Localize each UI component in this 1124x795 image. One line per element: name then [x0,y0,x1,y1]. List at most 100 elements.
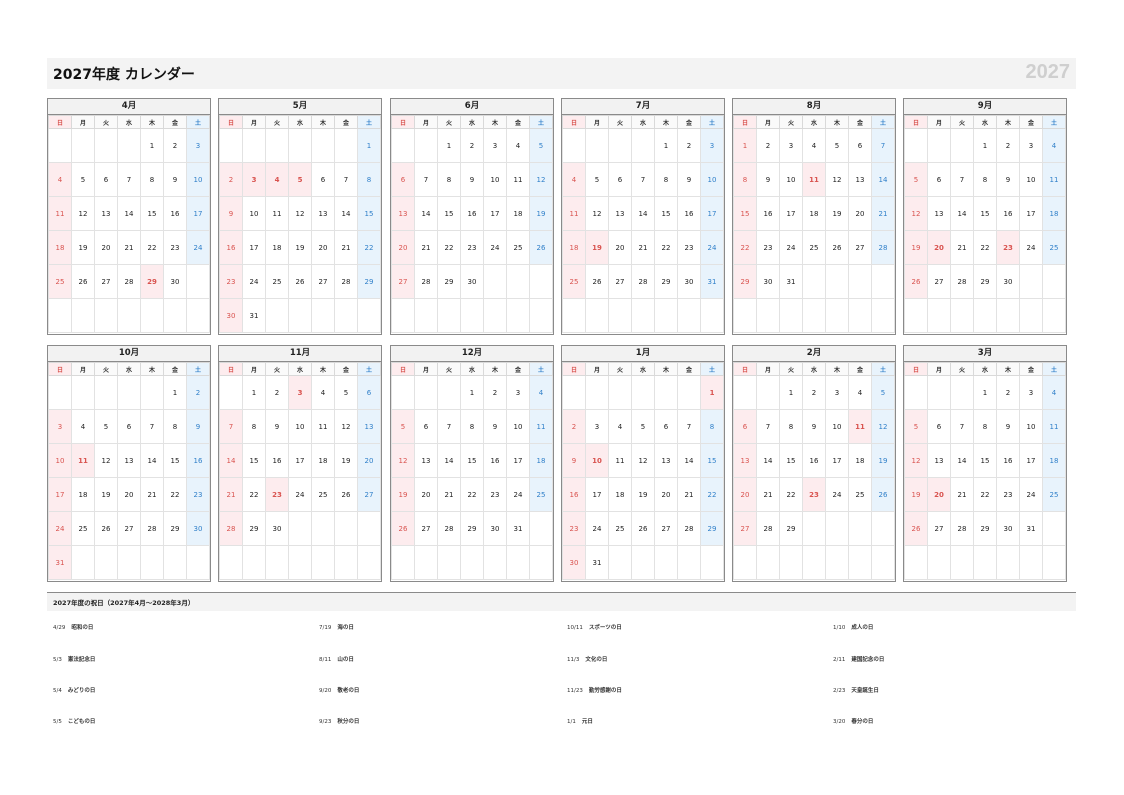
holiday-date: 1/1 [567,719,576,725]
day-cell: 2 [996,128,1020,163]
day-cell [631,128,655,163]
day-cell: 31 [779,264,803,299]
day-cell [631,545,655,580]
day-cell: 6 [848,128,872,163]
week-row [733,298,895,333]
holiday-name: 秋分の日 [337,719,360,725]
day-cell [219,375,243,410]
holiday-item: 3/20 春分の日 [833,717,873,725]
day-cell: 21 [871,196,895,231]
week-row: 26 27 28 29 30 31 [391,511,553,546]
day-cell [562,298,586,333]
day-cell: 3 [1019,128,1043,163]
weekday-header: 土 [529,362,553,376]
day-cell [529,264,553,299]
weekday-header: 月 [927,362,951,376]
week-row: 30 31 [219,298,381,333]
month-grid: 日月火水木金土 1 2 3 4 5 6 7 8 9 10 11 12 13 14 15 16 17 18 19 20 21… [733,115,895,333]
day-cell [71,298,95,333]
day-cell: 28 [756,511,780,546]
weekday-header: 木 [996,362,1020,376]
day-cell: 27 [94,264,118,299]
day-cell: 13 [117,443,141,478]
day-cell: 5 [904,409,928,444]
weekday-header: 火 [608,115,632,129]
day-cell: 22 [357,230,381,265]
day-cell: 17 [48,477,72,512]
day-cell: 21 [414,230,438,265]
day-cell: 15 [973,196,997,231]
day-cell: 24 [700,230,724,265]
weekday-header: 月 [756,115,780,129]
day-cell: 19 [334,443,358,478]
day-cell: 12 [585,196,609,231]
weekday-header: 火 [779,362,803,376]
day-cell: 18 [48,230,72,265]
day-cell: 12 [631,443,655,478]
day-cell: 4 [506,128,530,163]
week-row [904,298,1066,333]
day-cell [334,128,358,163]
month-title: 1月 [562,346,724,362]
month-grid: 日月火水木金土 1 2 3 4 5 6 7 8 9 10 11 12 13 14 15 16 17 18 19 20 21… [391,362,553,580]
holiday-date: 11/3 [567,657,580,663]
holiday-date: 11/23 [567,688,583,694]
month-grid: 日月火水木金土 1 2 3 4 5 6 7 8 9 10 11 12 13 14 15 16 17 18 19 20 21… [48,362,210,580]
holiday-name: 建国記念の日 [851,657,885,663]
week-row: 5 6 7 8 9 10 11 [904,162,1066,197]
day-cell [460,545,484,580]
day-cell: 6 [927,162,951,197]
day-cell: 26 [71,264,95,299]
day-cell: 14 [140,443,164,478]
day-cell: 18 [562,230,586,265]
day-cell: 5 [825,128,849,163]
day-cell: 11 [265,196,289,231]
day-cell [414,298,438,333]
day-cell: 10 [288,409,312,444]
weekday-header: 火 [265,362,289,376]
weekday-header: 火 [950,362,974,376]
day-cell [219,545,243,580]
day-cell [483,298,507,333]
day-cell: 22 [733,230,757,265]
weekday-header: 月 [585,362,609,376]
week-row: 2345678 [219,162,381,197]
day-cell: 28 [677,511,701,546]
day-cell: 24 [1019,477,1043,512]
day-cell: 27 [391,264,415,299]
day-cell: 10 [48,443,72,478]
day-cell: 30 [756,264,780,299]
day-cell: 9 [265,409,289,444]
weekday-header: 金 [334,115,358,129]
day-cell: 5 [585,162,609,197]
day-cell: 4 [608,409,632,444]
week-row: 13 14 15 16 17 18 19 [391,196,553,231]
day-cell [1019,545,1043,580]
day-cell: 28 [950,264,974,299]
day-cell [700,545,724,580]
day-cell: 6 [357,375,381,410]
day-cell [529,545,553,580]
day-cell: 17 [585,477,609,512]
day-cell: 18 [311,443,335,478]
day-cell: 30 [460,264,484,299]
day-cell: 30 [483,511,507,546]
day-cell: 24 [1019,230,1043,265]
day-cell [950,128,974,163]
day-cell [585,298,609,333]
day-cell: 2 [265,375,289,410]
day-cell: 13 [311,196,335,231]
day-cell: 17 [700,196,724,231]
month-title: 3月 [904,346,1066,362]
day-cell: 18 [529,443,553,478]
day-cell [334,511,358,546]
holiday-item: 2/11 建国記念の日 [833,655,884,663]
day-cell [265,545,289,580]
weekday-header: 水 [973,115,997,129]
day-cell: 29 [973,511,997,546]
holiday-name: 敬老の日 [337,688,360,694]
day-cell: 13 [391,196,415,231]
day-cell: 26 [288,264,312,299]
day-cell: 21 [117,230,141,265]
day-cell: 11 [802,162,826,197]
